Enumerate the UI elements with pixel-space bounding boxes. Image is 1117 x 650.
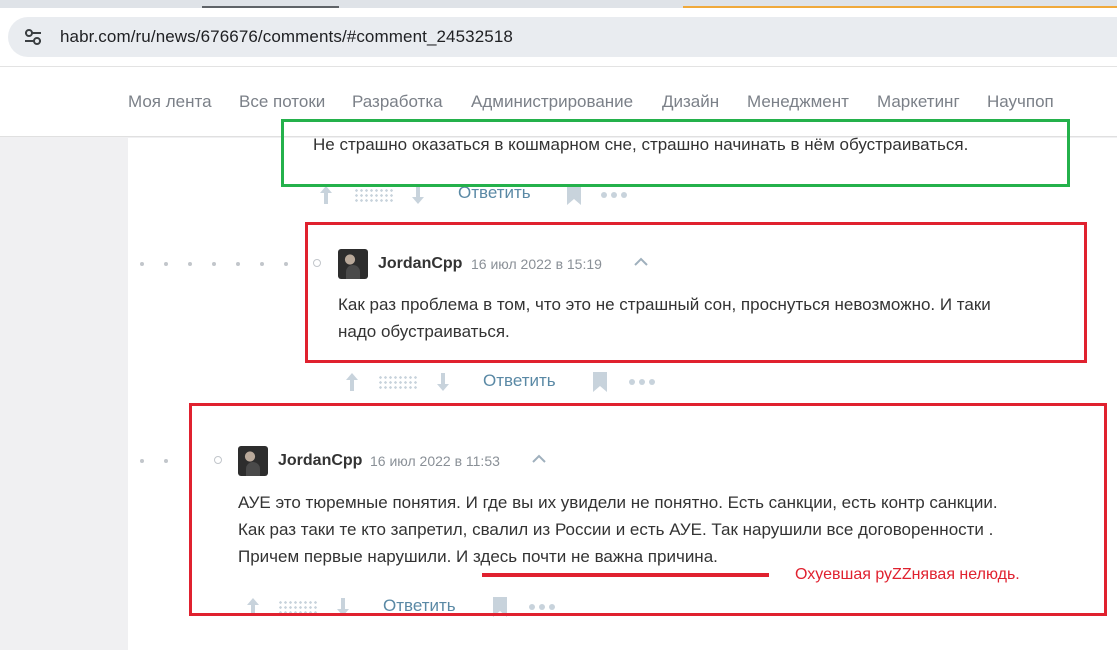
vote-up-icon[interactable] [245, 596, 261, 618]
annotation-text: Охуевшая руZZнявая нелюдь. [795, 566, 1020, 583]
nav-item-marketing[interactable]: Маркетинг [877, 92, 960, 112]
browser-tab-strip [0, 0, 1117, 8]
avatar[interactable] [338, 249, 368, 279]
score [378, 375, 418, 391]
comment-actions: Ответить [245, 594, 565, 620]
nav-item-all-streams[interactable]: Все потоки [239, 92, 325, 112]
comment-actions: Ответить [344, 369, 664, 395]
vote-down-icon[interactable] [335, 596, 351, 618]
reply-link[interactable]: Ответить [483, 371, 556, 391]
nav-item-administration[interactable]: Администрирование [471, 92, 633, 112]
nav-item-management[interactable]: Менеджмент [747, 92, 849, 112]
nav-item-design[interactable]: Дизайн [662, 92, 719, 112]
comment-meta: JordanCpp 16 июл 2022 в 15:19 [338, 249, 658, 279]
comment-text-line: Как раз проблема в том, что это не страш… [338, 295, 991, 314]
vote-up-icon[interactable] [318, 184, 334, 206]
comment-meta: JordanCpp 16 июл 2022 в 11:53 [238, 446, 558, 476]
comment-text-line: Как раз таки те кто запретил, свалил из … [238, 520, 994, 539]
more-icon[interactable] [600, 191, 628, 199]
bookmark-icon[interactable] [592, 371, 608, 393]
vote-up-icon[interactable] [344, 371, 360, 393]
reply-link[interactable]: Ответить [458, 183, 531, 203]
more-icon[interactable] [628, 378, 656, 386]
site-nav: Моя лента Все потоки Разработка Админист… [0, 67, 1117, 137]
reply-link[interactable]: Ответить [383, 596, 456, 616]
more-icon[interactable] [528, 603, 556, 611]
thread-indent-dots [140, 456, 180, 466]
avatar[interactable] [238, 446, 268, 476]
thread-node [313, 259, 321, 267]
comment-text-line: Причем первые нарушили. И здесь почти не… [238, 547, 718, 566]
browser-toolbar: habr.com/ru/news/676676/comments/#commen… [0, 8, 1117, 67]
nav-item-popular-science[interactable]: Научпоп [987, 92, 1054, 112]
highlight-underline [482, 573, 769, 577]
comment-date[interactable]: 16 июл 2022 в 11:53 [370, 453, 500, 469]
comment-text: Не страшно оказаться в кошмарном сне, ст… [313, 135, 969, 154]
comment-text-line: АУЕ это тюремные понятия. И где вы их ув… [238, 493, 998, 512]
thread-node [214, 456, 222, 464]
thread-indent-dots [140, 259, 320, 269]
vote-down-icon[interactable] [410, 184, 426, 206]
comment-date[interactable]: 16 июл 2022 в 15:19 [471, 256, 602, 272]
vote-down-icon[interactable] [435, 371, 451, 393]
chevron-up-icon[interactable] [531, 451, 547, 467]
nav-item-development[interactable]: Разработка [352, 92, 443, 112]
bookmark-icon[interactable] [492, 596, 508, 618]
url-text[interactable]: habr.com/ru/news/676676/comments/#commen… [60, 27, 513, 47]
tune-icon[interactable] [23, 28, 43, 46]
address-bar[interactable]: habr.com/ru/news/676676/comments/#commen… [8, 17, 1117, 57]
bookmark-icon[interactable] [566, 184, 582, 206]
chevron-up-icon[interactable] [633, 254, 649, 270]
score [278, 600, 318, 616]
nav-item-my-feed[interactable]: Моя лента [128, 92, 212, 112]
comment-actions: Ответить [318, 182, 638, 208]
username[interactable]: JordanCpp [378, 255, 462, 273]
username[interactable]: JordanCpp [278, 452, 362, 470]
comment-text-line: надо обустраиваться. [338, 322, 510, 341]
score [354, 188, 394, 204]
